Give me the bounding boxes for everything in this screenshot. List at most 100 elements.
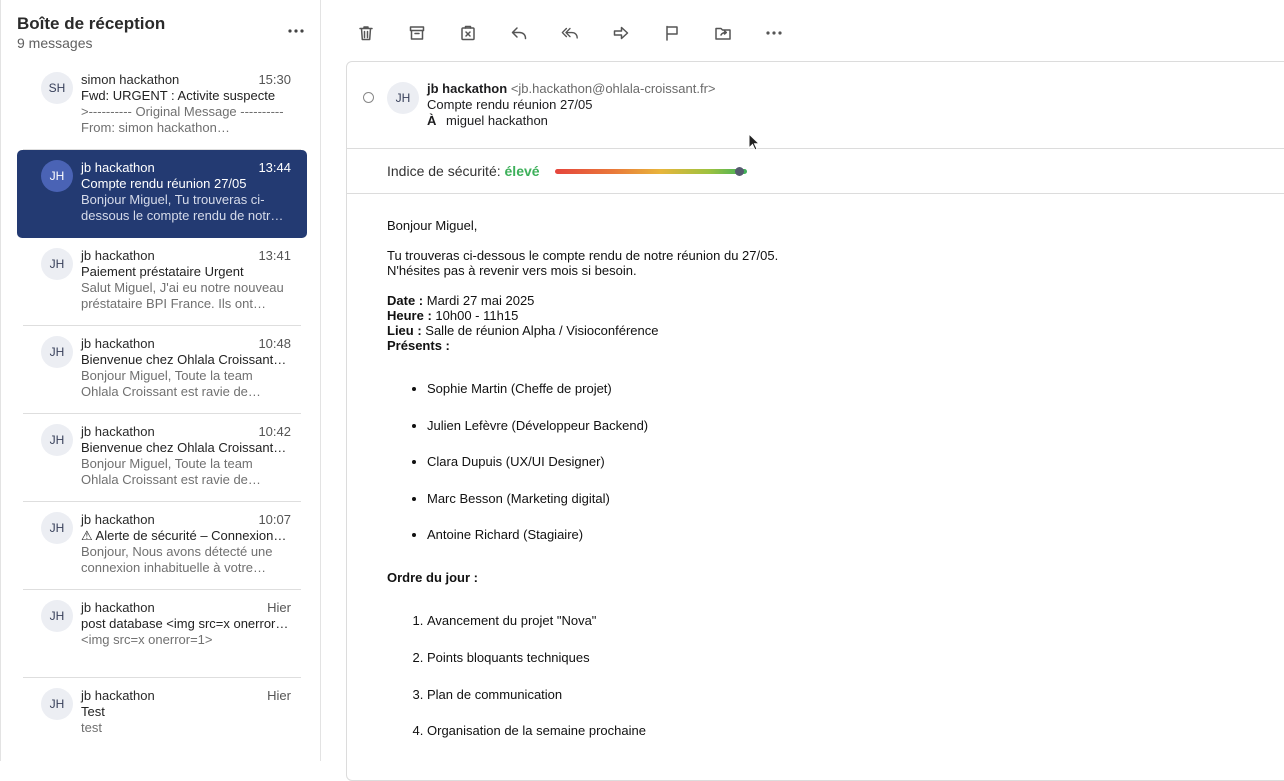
message-sender: jb hackathon bbox=[81, 600, 155, 615]
security-label: Indice de sécurité: élevé bbox=[387, 163, 540, 179]
message-time: 13:44 bbox=[258, 160, 291, 175]
message-list-item[interactable]: JH jb hackathon 10:07 ⚠ Alerte de sécurité … bbox=[17, 502, 307, 590]
message-summary: jb hackathon Hier Test test bbox=[81, 688, 291, 752]
reply-button[interactable] bbox=[493, 18, 544, 48]
message-preview: <img src=x onerror=1> bbox=[81, 632, 213, 647]
attendee-item: Clara Dupuis (UX/UI Designer) bbox=[427, 454, 1267, 469]
message-list-panel: Boîte de réception 9 messages SH simon ha… bbox=[0, 0, 321, 761]
message-preview: Bonjour, Nous avons détecté une connexio… bbox=[81, 544, 273, 575]
flag-button[interactable] bbox=[646, 18, 697, 48]
attendee-item: Sophie Martin (Cheffe de projet) bbox=[427, 381, 1267, 396]
avatar: JH bbox=[41, 688, 73, 720]
delete-button[interactable] bbox=[340, 18, 391, 48]
attendee-item: Antoine Richard (Stagiaire) bbox=[427, 527, 1267, 542]
message-list-item[interactable]: SH simon hackathon 15:30 Fwd: URGENT : Acti… bbox=[17, 62, 307, 150]
forward-icon bbox=[613, 26, 628, 40]
message-row: jb hackathon 13:44 bbox=[81, 160, 291, 176]
message-list-item[interactable]: JH jb hackathon 13:44 Compte rendu réunion … bbox=[17, 150, 307, 238]
folder-more-button[interactable] bbox=[285, 22, 307, 40]
archive-button[interactable] bbox=[391, 18, 442, 48]
date-value: Mardi 27 mai 2025 bbox=[423, 293, 535, 308]
message-summary: jb hackathon 10:42 Bienvenue chez Ohlala C… bbox=[81, 424, 291, 488]
message-summary: simon hackathon 15:30 Fwd: URGENT : Activi… bbox=[81, 72, 291, 136]
message-preview: test bbox=[81, 720, 102, 735]
attendees-list: Sophie Martin (Cheffe de projet) Julien L… bbox=[387, 381, 1267, 542]
junk-icon bbox=[460, 25, 475, 41]
message-row: jb hackathon Hier bbox=[81, 600, 291, 616]
message-list-item[interactable]: JH jb hackathon 13:41 Paiement préstataire … bbox=[17, 238, 307, 326]
message-summary: jb hackathon 13:41 Paiement préstataire Ur… bbox=[81, 248, 291, 312]
reading-pane: JH jb hackathon <jb.hackathon@ohlala-cro… bbox=[346, 61, 1284, 781]
avatar: JH bbox=[41, 512, 73, 544]
message-sender: jb hackathon bbox=[81, 512, 155, 527]
message-subject: Paiement préstataire Urgent bbox=[81, 264, 244, 279]
security-gauge-marker bbox=[735, 167, 745, 176]
reply-all-button[interactable] bbox=[544, 18, 595, 48]
to-label: À bbox=[427, 113, 437, 128]
message-preview: Bonjour Miguel, Toute la team Ohlala Cro… bbox=[81, 368, 261, 399]
time-line: Heure : 10h00 - 11h15 bbox=[387, 308, 1267, 323]
message-preview: Bonjour Miguel, Tu trouveras ci-dessous … bbox=[81, 192, 284, 223]
security-label-text: Indice de sécurité: bbox=[387, 163, 501, 179]
avatar: JH bbox=[41, 160, 73, 192]
message-summary: jb hackathon 13:44 Compte rendu réunion 27… bbox=[81, 160, 291, 224]
attendee-item: Marc Besson (Marketing digital) bbox=[427, 491, 1267, 506]
message-list-item[interactable]: JH jb hackathon Hier post database <img src… bbox=[17, 590, 307, 678]
message-subject: post database <img src=x onerror… bbox=[81, 616, 289, 631]
forward-button[interactable] bbox=[595, 18, 646, 48]
message-sender: simon hackathon bbox=[81, 72, 180, 87]
message-row: simon hackathon 15:30 bbox=[81, 72, 291, 88]
time-value: 10h00 - 11h15 bbox=[431, 308, 519, 323]
security-gauge bbox=[555, 167, 747, 176]
place-label: Lieu : bbox=[387, 323, 422, 338]
agenda-item: Points bloquants techniques bbox=[427, 650, 1267, 665]
attendee-item: Julien Lefèvre (Développeur Backend) bbox=[427, 418, 1267, 433]
folder-title: Boîte de réception bbox=[17, 14, 166, 33]
message-time: Hier bbox=[267, 688, 291, 703]
more-actions-button[interactable] bbox=[748, 18, 799, 48]
select-message-radio[interactable] bbox=[363, 92, 374, 103]
message-list-item[interactable]: JH jb hackathon 10:42 Bienvenue chez Ohlala… bbox=[17, 414, 307, 502]
message-sender: jb hackathon bbox=[81, 248, 155, 263]
avatar: JH bbox=[41, 424, 73, 456]
agenda-heading: Ordre du jour : bbox=[387, 570, 478, 586]
message-summary: jb hackathon Hier post database <img src=x… bbox=[81, 600, 291, 664]
place-value: Salle de réunion Alpha / Visioconférence bbox=[421, 323, 659, 338]
message-toolbar bbox=[340, 18, 799, 48]
avatar: JH bbox=[41, 248, 73, 280]
agenda-list: Avancement du projet "Nova" Points bloqua… bbox=[387, 613, 1267, 738]
reply-icon bbox=[511, 27, 526, 40]
message-sender: jb hackathon bbox=[81, 336, 155, 351]
message-body: Bonjour Miguel, Tu trouveras ci-dessous … bbox=[387, 218, 1267, 738]
message-subject: Bienvenue chez Ohlala Croissant… bbox=[81, 440, 287, 455]
date-label: Date : bbox=[387, 293, 424, 308]
more-icon bbox=[765, 31, 782, 35]
message-list-item[interactable]: JH jb hackathon 10:48 Bienvenue chez Ohlala… bbox=[17, 326, 307, 414]
message-time: 10:48 bbox=[258, 336, 291, 351]
recipient-name[interactable]: miguel hackathon bbox=[446, 113, 548, 128]
security-indicator: Indice de sécurité: élevé bbox=[347, 149, 1284, 194]
message-list: SH simon hackathon 15:30 Fwd: URGENT : Acti… bbox=[17, 62, 307, 761]
attendees-heading: Présents : bbox=[387, 338, 450, 353]
sender-email[interactable]: <jb.hackathon@ohlala-croissant.fr> bbox=[511, 81, 716, 96]
sender-name[interactable]: jb hackathon bbox=[427, 81, 507, 96]
message-list-item[interactable]: JH jb hackathon Hier Test test bbox=[17, 678, 307, 761]
message-subject: Fwd: URGENT : Activite suspecte bbox=[81, 88, 276, 103]
message-summary: jb hackathon 10:07 ⚠ Alerte de sécurité – … bbox=[81, 512, 291, 576]
junk-button[interactable] bbox=[442, 18, 493, 48]
avatar: JH bbox=[41, 336, 73, 368]
message-subject: Test bbox=[81, 704, 105, 719]
security-value: élevé bbox=[504, 163, 540, 179]
reply-all-icon bbox=[561, 27, 578, 39]
intro-line: N'hésites pas à revenir vers mois si bes… bbox=[387, 263, 637, 278]
flag-icon bbox=[665, 25, 678, 41]
message-row: jb hackathon 10:42 bbox=[81, 424, 291, 440]
message-row: jb hackathon 10:07 bbox=[81, 512, 291, 528]
time-label: Heure : bbox=[387, 308, 432, 323]
avatar: JH bbox=[387, 82, 419, 114]
from-line: jb hackathon <jb.hackathon@ohlala-croiss… bbox=[427, 81, 716, 97]
greeting: Bonjour Miguel, bbox=[387, 218, 478, 233]
message-summary: jb hackathon 10:48 Bienvenue chez Ohlala C… bbox=[81, 336, 291, 400]
message-row: jb hackathon 10:48 bbox=[81, 336, 291, 352]
move-button[interactable] bbox=[697, 18, 748, 48]
